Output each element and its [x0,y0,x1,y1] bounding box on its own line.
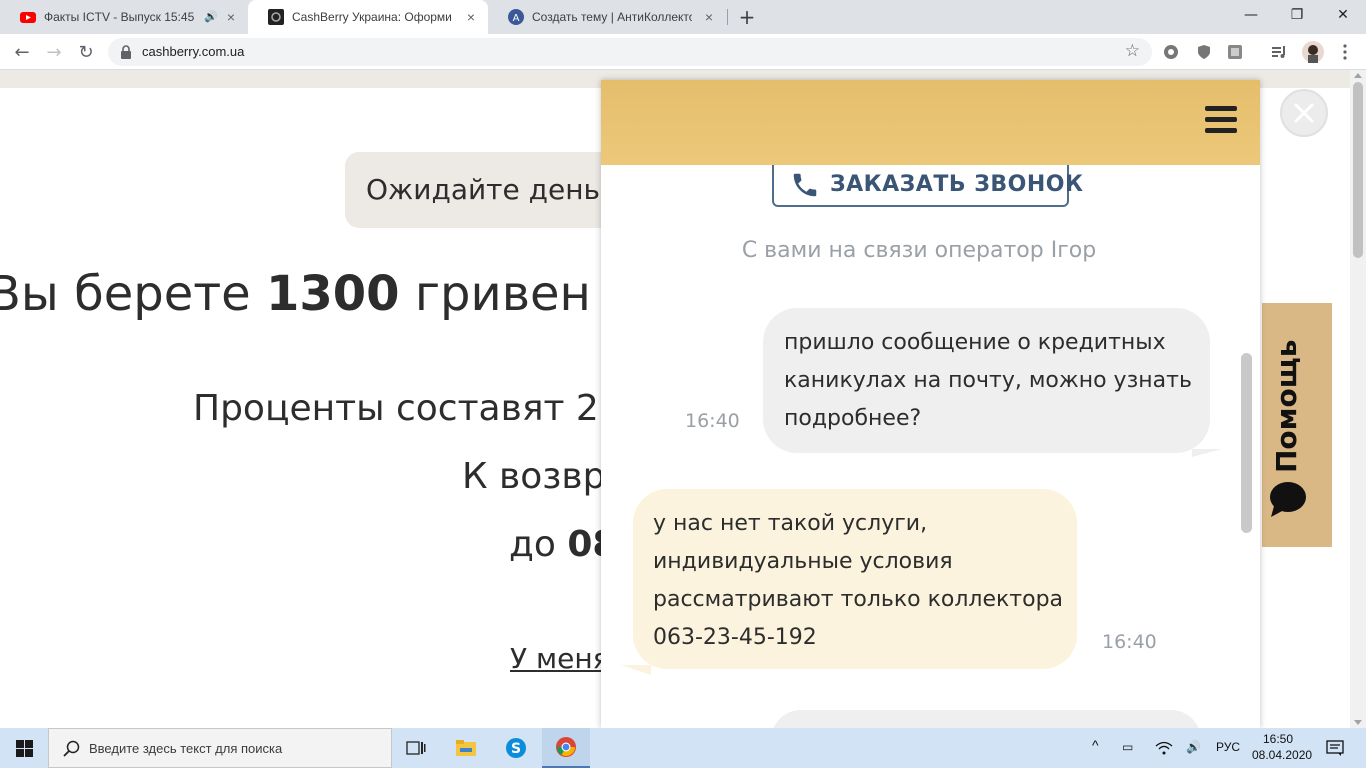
back-icon[interactable]: ← [10,40,34,64]
wait-text: Ожидайте деньги [366,173,633,206]
message-time: 16:40 [685,410,740,432]
phone-icon [793,173,817,197]
taskbar-search-input[interactable]: Введите здесь текст для поиска [48,728,392,768]
clock-date: 08.04.2020 [1252,748,1313,762]
close-icon[interactable]: × [224,10,238,24]
tray-chevron-icon[interactable]: ^ [1092,737,1099,753]
extension-puzzle-icon[interactable] [1226,43,1244,61]
bookmark-star-icon[interactable]: ☆ [1125,41,1140,61]
browser-toolbar: ← → ↻ cashberry.com.ua ☆ [0,34,1366,70]
until-prefix: до [509,524,568,565]
message-time: 16:40 [1102,631,1157,653]
start-button[interactable] [0,728,48,768]
close-icon[interactable]: × [702,10,716,24]
help-label: Помощь [1270,339,1303,473]
search-placeholder: Введите здесь текст для поиска [89,741,283,756]
scroll-down-icon[interactable] [1354,720,1362,725]
page-scrollbar[interactable] [1350,70,1366,728]
language-indicator[interactable]: РУС [1216,740,1240,754]
youtube-icon [20,12,36,23]
help-side-tab[interactable]: Помощь [1262,303,1332,547]
take-prefix: Вы берете [0,266,266,322]
task-view-icon[interactable] [392,728,440,768]
wifi-icon[interactable] [1155,741,1173,755]
shield-icon[interactable] [1195,43,1213,61]
bubble-tail [621,665,651,675]
scrollbar-thumb[interactable] [1353,82,1363,258]
svg-text:A: A [513,13,520,24]
next-message-partial [771,710,1201,728]
message-text: у нас нет такой услуги, индивидуальные у… [653,511,1064,650]
chat-header [601,80,1260,165]
taskbar-clock[interactable]: 16:50 08.04.2020 [1252,731,1313,763]
operator-message: у нас нет такой услуги, индивидуальные у… [621,489,1077,675]
restore-button[interactable]: ❐ [1274,0,1320,30]
forward-icon[interactable]: → [42,40,66,64]
take-amount: 1300 [265,266,400,322]
tab-title: Факты ICTV - Выпуск 15:45 ( [44,10,194,24]
address-bar[interactable]: cashberry.com.ua ☆ [108,38,1152,66]
chrome-icon[interactable] [542,728,590,768]
speaker-icon[interactable]: 🔊 [204,10,218,23]
close-icon[interactable]: × [464,10,478,24]
menu-dots-icon[interactable] [1336,43,1354,61]
skype-icon[interactable]: S [492,728,540,768]
file-explorer-icon[interactable] [442,728,490,768]
media-control-icon[interactable] [1270,43,1288,61]
scroll-up-icon[interactable] [1354,73,1362,78]
order-call-label: ЗАКАЗАТЬ ЗВОНОК [830,172,1084,197]
browser-tabstrip: Факты ICTV - Выпуск 15:45 ( 🔊 × CashBerr… [0,0,1366,34]
minimize-button[interactable]: — [1228,0,1274,30]
search-icon [63,740,80,757]
message-text: пришло сообщение о кредитных каникулах н… [784,330,1192,431]
hamburger-menu-icon[interactable] [1205,106,1237,136]
user-message: пришло сообщение о кредитных каникулах н… [763,308,1222,457]
reload-icon[interactable]: ↻ [74,40,98,64]
svg-text:S: S [511,741,521,757]
close-icon [1294,103,1314,123]
new-tab-button[interactable]: + [737,7,757,27]
tab-cashberry[interactable]: CashBerry Украина: Оформить с × [248,0,488,34]
close-window-button[interactable]: ✕ [1320,0,1366,30]
lock-icon [121,45,131,59]
profile-avatar[interactable] [1302,41,1324,63]
chat-widget: ЗАКАЗАТЬ ЗВОНОК С вами на связи оператор… [601,80,1260,728]
percent-line: Проценты составят 20 [193,388,622,429]
anticollector-favicon-icon: A [508,9,524,25]
tab-title: Создать тему | АнтиКоллектор | [532,10,692,24]
battery-icon[interactable]: ▭ [1122,740,1133,754]
clock-time: 16:50 [1262,732,1294,746]
notifications-icon[interactable] [1326,740,1344,756]
url-text: cashberry.com.ua [142,44,245,59]
operator-notice: С вами на связи оператор Ігор [741,238,1097,263]
tab-anticollector[interactable]: A Создать тему | АнтиКоллектор | × [488,0,726,34]
tab-title: CashBerry Украина: Оформить с [292,10,452,24]
windows-logo-icon [15,739,33,757]
chat-close-button[interactable] [1280,89,1328,137]
page-link[interactable]: У меня [510,642,609,675]
chat-bubble-icon [1270,482,1306,517]
cashberry-favicon-icon [268,9,284,25]
bubble-tail [1192,449,1222,457]
extension-circle-icon[interactable] [1162,43,1180,61]
volume-icon[interactable]: 🔊 [1186,740,1201,754]
page-content: Ожидайте деньги Вы берете 1300 гривен на… [0,70,1366,728]
loan-amount-line: Вы берете 1300 гривен на [0,266,667,322]
windows-taskbar: Введите здесь текст для поиска S ^ ▭ 🔊 Р… [0,728,1366,768]
tab-separator [727,9,728,25]
chat-scrollbar-thumb[interactable] [1241,353,1252,533]
tab-ictv[interactable]: Факты ICTV - Выпуск 15:45 ( 🔊 × [0,0,248,34]
